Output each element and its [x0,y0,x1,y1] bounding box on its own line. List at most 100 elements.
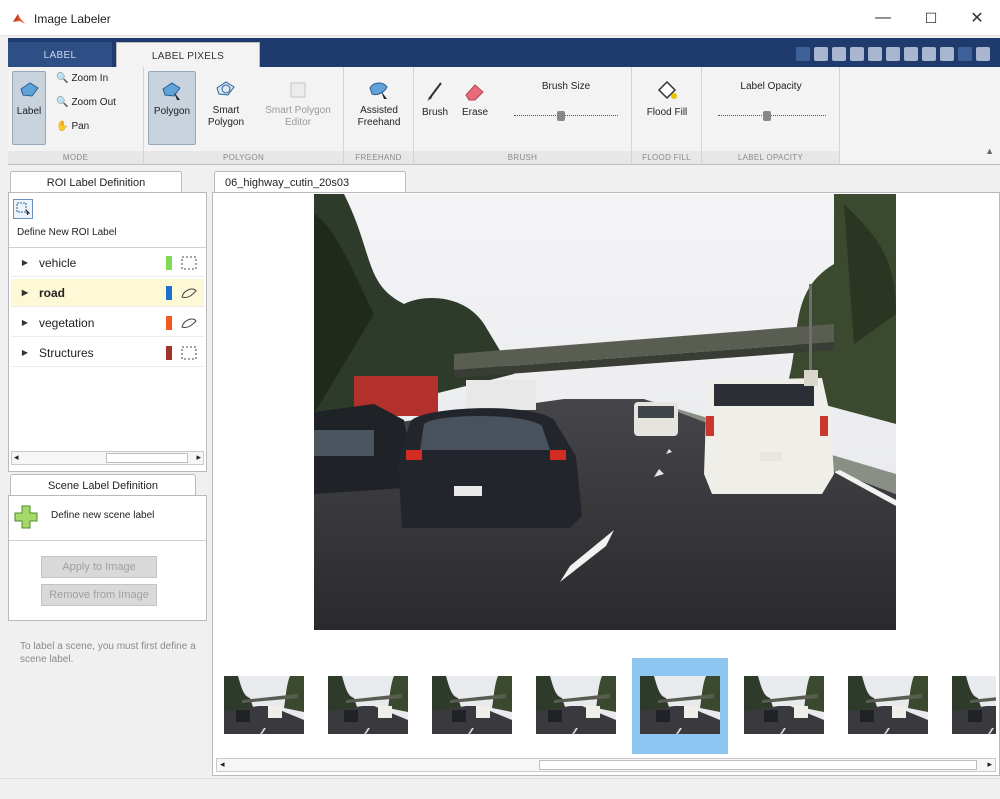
erase-button[interactable]: Erase [456,73,494,133]
zoom-out-text: Zoom Out [71,97,116,108]
close-button[interactable]: ✕ [954,0,1000,36]
scroll-left-icon[interactable]: ◂ [14,452,19,463]
layout-icon[interactable] [796,47,810,61]
expand-caret-icon[interactable]: ▶ [11,318,39,327]
tab-label-pixels[interactable]: LABEL PIXELS [116,42,260,69]
scroll-right-icon[interactable]: ▸ [196,452,201,463]
roi-label-row[interactable]: ▶ vegetation [11,309,204,337]
roi-label-panel: Define New ROI Label ▶ vehicle ▶ road ▶ … [8,192,207,472]
eraser-icon [465,84,484,101]
label-opacity-section-label: LABEL OPACITY [702,151,839,164]
filmstrip-thumbnail[interactable] [328,676,408,734]
polygon-button[interactable]: Polygon [148,71,196,145]
brush-section-label: BRUSH [414,151,631,164]
brush-section: Brush Erase Brush Size BRUSH [414,67,632,165]
cursor-icon[interactable] [814,47,828,61]
smart-polygon-text-2: Polygon [207,117,245,128]
polygon-section: Polygon Smart Polygon Smart Polygon Edit… [144,67,344,165]
options-icon[interactable] [976,47,990,61]
label-mode-button[interactable]: Label [12,71,46,145]
paste-icon[interactable] [886,47,900,61]
status-bar [0,778,1000,799]
label-polygon-icon [20,82,39,97]
minimize-icon: — [875,9,891,26]
collapse-ribbon-icon[interactable]: ▲ [985,146,994,156]
filmstrip-thumbnail[interactable] [952,676,996,734]
brush-button[interactable]: Brush [418,73,452,133]
filmstrip-thumbnail[interactable] [536,676,616,734]
smart-polygon-icon [216,81,235,96]
window-icon[interactable] [940,47,954,61]
expand-caret-icon[interactable]: ▶ [11,348,39,357]
define-new-roi-text: Define New ROI Label [17,227,117,238]
zoom-out-button[interactable]: 🔍 Zoom Out [56,97,116,108]
roi-panel-tab[interactable]: ROI Label Definition [10,171,182,193]
erase-text: Erase [461,107,489,118]
scene-label-panel: Define new scene label Apply to Image Re… [8,495,207,621]
scene-panel-tab[interactable]: Scene Label Definition [10,474,196,496]
scroll-thumb[interactable] [106,453,188,463]
ribbon-toolstrip: Label 🔍 Zoom In 🔍 Zoom Out ✋ Pan MODE Polyg… [8,67,1000,165]
redo-icon[interactable] [922,47,936,61]
mode-section-label: MODE [8,151,143,164]
zoom-in-button[interactable]: 🔍 Zoom In [56,73,108,84]
help-icon[interactable] [958,47,972,61]
filmstrip-scroll-thumb[interactable] [539,760,977,770]
polygon-editor-icon [290,82,306,98]
define-new-scene-text: Define new scene label [51,510,155,521]
apply-to-image-button[interactable]: Apply to Image [41,556,157,578]
filmstrip-thumbnail[interactable] [224,676,304,734]
label-opacity-thumb[interactable] [763,111,771,121]
zoom-in-icon: 🔍 [56,73,69,84]
cut-icon[interactable] [850,47,864,61]
close-icon: ✕ [970,10,984,27]
roi-label-row[interactable]: ▶ Structures [11,339,204,367]
assisted-freehand-button[interactable]: Assisted Freehand [348,73,410,147]
remove-from-image-button[interactable]: Remove from Image [41,584,157,606]
editor-text-2: Editor [284,117,312,128]
roi-label-row[interactable]: ▶ road [11,279,204,307]
brush-size-slider[interactable] [514,111,618,121]
smart-polygon-button[interactable]: Smart Polygon [202,73,250,147]
zoom-out-icon: 🔍 [56,97,69,108]
expand-caret-icon[interactable]: ▶ [11,288,39,297]
filmstrip-thumbnail[interactable] [640,676,720,734]
roi-horizontal-scrollbar[interactable]: ◂ ▸ [11,451,204,465]
highway-scene-image[interactable] [314,194,896,630]
matlab-logo-icon [13,14,25,24]
filmstrip-scrollbar[interactable]: ◂ ▸ [216,758,996,772]
undo-icon[interactable] [904,47,918,61]
tab-label[interactable]: LABEL [8,42,112,68]
filmstrip-thumbnail[interactable] [744,676,824,734]
roi-label-name: Structures [39,345,94,360]
scroll-left-icon[interactable]: ◂ [220,759,225,770]
minimize-button[interactable]: — [860,0,906,36]
brush-icon [427,82,442,101]
filmstrip-thumbnail[interactable] [432,676,512,734]
label-opacity-slider[interactable] [718,111,826,121]
roi-color-swatch [166,345,172,360]
image-document-tab[interactable]: 06_highway_cutin_20s03 [214,171,406,193]
freehand-text-1: Assisted [360,105,398,116]
roi-label-row[interactable]: ▶ vehicle [11,249,204,277]
define-new-roi-button[interactable] [13,199,33,219]
zoom-in-text: Zoom In [71,73,109,84]
rectangle-roi-icon [181,346,197,359]
copy-icon[interactable] [868,47,882,61]
expand-caret-icon[interactable]: ▶ [11,258,39,267]
maximize-button[interactable]: ☐ [908,0,954,36]
save-icon[interactable] [832,47,846,61]
brush-size-thumb[interactable] [557,111,565,121]
define-new-scene-button[interactable] [13,504,39,530]
window-title: Image Labeler [34,12,111,26]
freehand-section: Assisted Freehand FREEHAND [344,67,414,165]
ribbon-tab-strip: LABEL LABEL PIXELS [8,38,1000,69]
pan-button[interactable]: ✋ Pan [56,121,89,132]
polygon-icon [162,82,181,100]
flood-fill-button[interactable]: Flood Fill [638,73,696,133]
filmstrip-thumbnail[interactable] [848,676,928,734]
smart-polygon-editor-button[interactable]: Smart Polygon Editor [258,73,338,147]
editor-text-1: Smart Polygon [265,105,331,116]
scroll-right-icon[interactable]: ▸ [987,759,992,770]
flood-fill-section: Flood Fill FLOOD FILL [632,67,702,165]
